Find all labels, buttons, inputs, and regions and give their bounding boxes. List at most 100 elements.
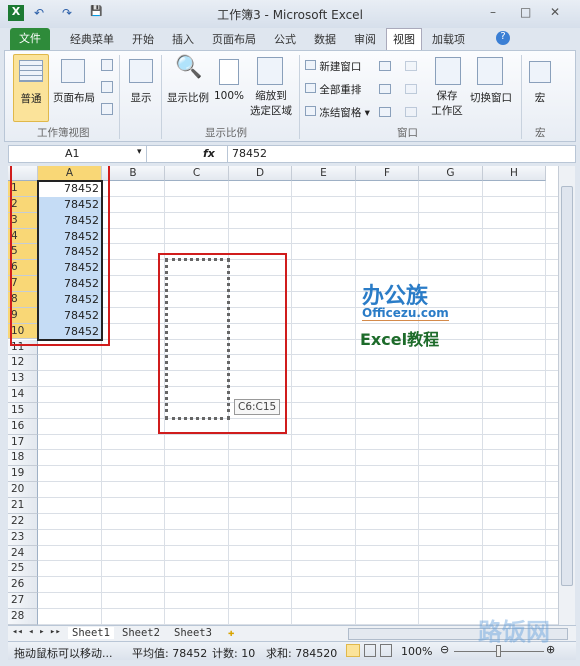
row-header[interactable]: 18: [8, 450, 38, 467]
drag-outline: [165, 258, 230, 420]
gridline-h: [38, 370, 558, 372]
row-header[interactable]: 12: [8, 355, 38, 372]
custom-view-icon[interactable]: [101, 81, 113, 93]
zoom-100-icon: [219, 59, 239, 85]
gridline-h: [38, 227, 558, 229]
freeze-panes-label: 冻结窗格: [319, 107, 362, 119]
normal-label: 普通: [20, 93, 42, 105]
row-header[interactable]: 25: [8, 561, 38, 578]
gridline-v: [291, 181, 292, 626]
gridline-h: [38, 322, 558, 324]
normal-view-button[interactable]: 普通: [13, 54, 49, 122]
gridline-h: [38, 195, 558, 197]
tab-review[interactable]: 审阅: [354, 31, 376, 47]
vertical-scrollbar[interactable]: [558, 166, 575, 626]
page-layout-icon: [61, 59, 85, 83]
zoom-button[interactable]: 显示比例: [163, 90, 213, 105]
reset-position-icon[interactable]: [405, 107, 417, 117]
show-button[interactable]: 显示: [123, 90, 159, 105]
row-header[interactable]: 22: [8, 513, 38, 530]
formula-bar: A1 ▾ fx 78452: [8, 145, 576, 163]
column-header-d[interactable]: D: [229, 166, 292, 181]
logo-url: Officezu.com: [362, 306, 449, 321]
column-header-h[interactable]: H: [483, 166, 546, 181]
row-header[interactable]: 17: [8, 434, 38, 451]
save-workspace-button[interactable]: 保存 工作区: [427, 89, 467, 119]
page-break-icon[interactable]: [101, 59, 113, 71]
page-break-view-icon[interactable]: [380, 644, 392, 657]
tab-addins[interactable]: 加载项: [432, 31, 465, 47]
row-header[interactable]: 15: [8, 402, 38, 419]
macros-button[interactable]: 宏: [527, 90, 553, 105]
row-header[interactable]: 16: [8, 418, 38, 435]
tab-formulas[interactable]: 公式: [274, 31, 296, 47]
insert-sheet-icon[interactable]: ✚: [228, 627, 234, 639]
save-workspace-icon: [435, 57, 461, 85]
page-layout-button[interactable]: 页面布局: [51, 90, 97, 105]
formula-input[interactable]: 78452: [227, 146, 577, 162]
tab-view[interactable]: 视图: [386, 28, 422, 51]
zoom-out-icon[interactable]: ⊖: [440, 643, 449, 656]
gridline-h: [38, 354, 558, 356]
page-layout-view-icon[interactable]: [364, 644, 376, 657]
switch-window-button[interactable]: 切换窗口: [467, 90, 515, 105]
worksheet-grid[interactable]: A B C D E F G H 1 78452 2 78452 3 78452 4 78452 5 78452 6 7…: [8, 166, 558, 626]
row-header[interactable]: 24: [8, 545, 38, 562]
close-button[interactable]: ✕: [550, 5, 560, 19]
side-by-side-icon[interactable]: [405, 61, 417, 71]
row-header[interactable]: 28: [8, 608, 38, 625]
freeze-panes-button[interactable]: 冻结窗格 ▾: [305, 105, 370, 120]
row-header[interactable]: 23: [8, 529, 38, 546]
zoom-100-button[interactable]: 100%: [209, 90, 249, 102]
gridline-h: [38, 243, 558, 245]
tab-home[interactable]: 开始: [132, 31, 154, 47]
minimize-button[interactable]: –: [490, 5, 496, 19]
hide-icon[interactable]: [379, 84, 391, 94]
sheet-tab-sheet2[interactable]: Sheet2: [122, 627, 160, 639]
split-icon[interactable]: [379, 61, 391, 71]
divider: [521, 55, 522, 139]
group-macros: 宏: [535, 127, 546, 139]
row-header[interactable]: 20: [8, 482, 38, 498]
normal-view-icon[interactable]: [346, 644, 360, 657]
zoom-level[interactable]: 100%: [401, 645, 432, 658]
column-header-e[interactable]: E: [292, 166, 356, 181]
chevron-down-icon[interactable]: ▾: [137, 147, 142, 157]
tab-data[interactable]: 数据: [314, 31, 336, 47]
name-box[interactable]: A1: [9, 146, 147, 162]
row-header[interactable]: 13: [8, 371, 38, 388]
sheet-tab-sheet3[interactable]: Sheet3: [174, 627, 212, 639]
zoom-to-selection-button[interactable]: 缩放到 选定区域: [247, 89, 295, 119]
new-window-button[interactable]: 新建窗口: [305, 59, 361, 74]
row-header[interactable]: 19: [8, 466, 38, 483]
ribbon: 普通 页面布局 工作簿视图 显示 🔍 显示比例 100% 缩放到 选定区域 显示…: [4, 50, 576, 142]
column-header-f[interactable]: F: [356, 166, 419, 181]
column-header-c[interactable]: C: [165, 166, 229, 181]
row-header[interactable]: 21: [8, 498, 38, 514]
gridline-h: [38, 607, 558, 609]
restore-button[interactable]: □: [520, 5, 531, 19]
freeze-icon: [305, 106, 316, 116]
arrange-all-label: 全部重排: [319, 84, 362, 96]
tab-classic-menu[interactable]: 经典菜单: [70, 31, 114, 47]
row-header[interactable]: 27: [8, 593, 38, 609]
gridline-h: [38, 259, 558, 261]
column-header-b[interactable]: B: [102, 166, 165, 181]
row-header[interactable]: 26: [8, 577, 38, 594]
sheet-tab-sheet1[interactable]: Sheet1: [68, 627, 114, 639]
sync-scroll-icon[interactable]: [405, 84, 417, 94]
row-header[interactable]: 14: [8, 387, 38, 403]
gridline-h: [38, 338, 558, 340]
scroll-thumb[interactable]: [561, 186, 573, 586]
arrange-all-button[interactable]: 全部重排: [305, 82, 361, 97]
column-header-g[interactable]: G: [419, 166, 483, 181]
tab-insert[interactable]: 插入: [172, 31, 194, 47]
tab-page-layout[interactable]: 页面布局: [212, 31, 256, 47]
divider: [119, 55, 120, 139]
unhide-icon[interactable]: [379, 107, 391, 117]
fullscreen-icon[interactable]: [101, 103, 113, 115]
help-icon[interactable]: ?: [496, 31, 510, 45]
gridline-h: [38, 401, 558, 403]
fx-icon[interactable]: fx: [203, 147, 215, 160]
sheet-nav-icons[interactable]: ◂◂ ◂ ▸ ▸▸: [12, 627, 61, 637]
